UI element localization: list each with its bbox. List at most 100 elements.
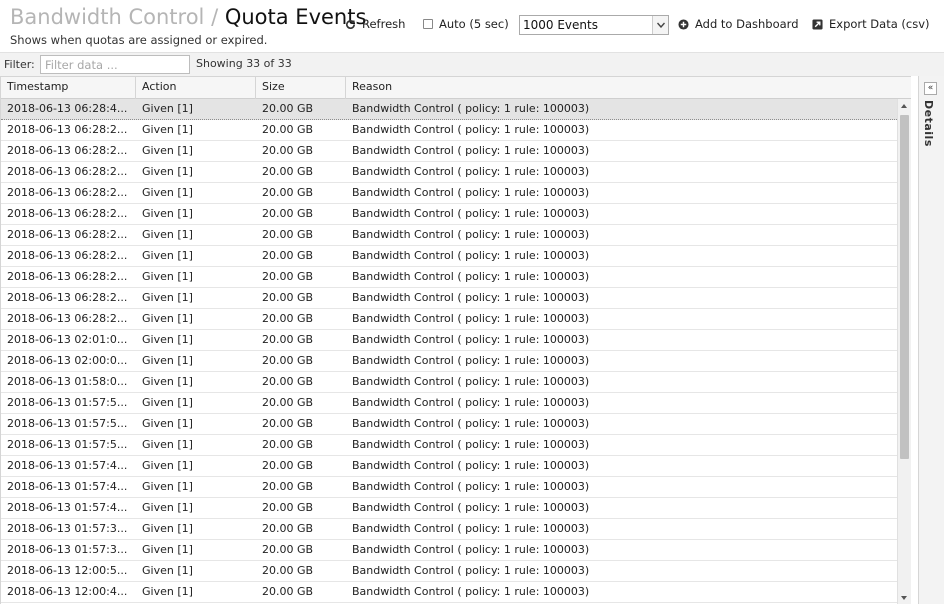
- table-row[interactable]: 2018-06-13 01:57:3... Given [1] 20.00 GB Ba…: [1, 540, 897, 561]
- table-row[interactable]: 2018-06-13 01:57:5... Given [1] 20.00 GB Ba…: [1, 393, 897, 414]
- table-row[interactable]: 2018-06-13 06:28:2... Given [1] 20.00 GB Ba…: [1, 225, 897, 246]
- table-row[interactable]: 2018-06-13 01:57:3... Given [1] 20.00 GB Ba…: [1, 519, 897, 540]
- cell-size: 20.00 GB: [262, 228, 314, 241]
- filter-input[interactable]: [40, 55, 190, 74]
- cell-reason: Bandwidth Control ( policy: 1 rule: 1000…: [352, 207, 590, 220]
- cell-timestamp: 2018-06-13 06:28:2...: [7, 144, 128, 157]
- table-row[interactable]: 2018-06-13 06:28:2... Given [1] 20.00 GB Ba…: [1, 204, 897, 225]
- cell-reason: Bandwidth Control ( policy: 1 rule: 1000…: [352, 228, 590, 241]
- cell-size: 20.00 GB: [262, 207, 314, 220]
- cell-action: Given [1]: [142, 207, 193, 220]
- table-row[interactable]: 2018-06-13 06:28:2... Given [1] 20.00 GB Ba…: [1, 309, 897, 330]
- cell-reason: Bandwidth Control ( policy: 1 rule: 1000…: [352, 438, 590, 451]
- cell-timestamp: 2018-06-13 06:28:2...: [7, 165, 128, 178]
- cell-reason: Bandwidth Control ( policy: 1 rule: 1000…: [352, 249, 590, 262]
- cell-reason: Bandwidth Control ( policy: 1 rule: 1000…: [352, 312, 590, 325]
- cell-size: 20.00 GB: [262, 480, 314, 493]
- cell-reason: Bandwidth Control ( policy: 1 rule: 1000…: [352, 165, 590, 178]
- cell-reason: Bandwidth Control ( policy: 1 rule: 1000…: [352, 333, 590, 346]
- cell-reason: Bandwidth Control ( policy: 1 rule: 1000…: [352, 585, 590, 598]
- table-row[interactable]: 2018-06-13 01:57:5... Given [1] 20.00 GB Ba…: [1, 414, 897, 435]
- cell-timestamp: 2018-06-13 06:28:2...: [7, 207, 128, 220]
- cell-action: Given [1]: [142, 417, 193, 430]
- add-to-dashboard-button[interactable]: Add to Dashboard: [678, 16, 799, 32]
- cell-action: Given [1]: [142, 144, 193, 157]
- table-row[interactable]: 2018-06-13 06:28:2... Given [1] 20.00 GB Ba…: [1, 162, 897, 183]
- cell-action: Given [1]: [142, 375, 193, 388]
- cell-reason: Bandwidth Control ( policy: 1 rule: 1000…: [352, 396, 590, 409]
- table-row[interactable]: 2018-06-13 02:01:0... Given [1] 20.00 GB Ba…: [1, 330, 897, 351]
- refresh-label: Refresh: [362, 17, 406, 31]
- cell-timestamp: 2018-06-13 06:28:2...: [7, 186, 128, 199]
- cell-reason: Bandwidth Control ( policy: 1 rule: 1000…: [352, 354, 590, 367]
- cell-size: 20.00 GB: [262, 501, 314, 514]
- cell-action: Given [1]: [142, 585, 193, 598]
- table-row[interactable]: 2018-06-13 06:28:4... Given [1] 20.00 GB Ba…: [1, 99, 897, 120]
- table-row[interactable]: 2018-06-13 06:28:2... Given [1] 20.00 GB Ba…: [1, 288, 897, 309]
- checkbox-box[interactable]: [423, 19, 433, 29]
- table-row[interactable]: 2018-06-13 06:28:2... Given [1] 20.00 GB Ba…: [1, 246, 897, 267]
- cell-timestamp: 2018-06-13 06:28:2...: [7, 312, 128, 325]
- refresh-icon: [346, 19, 355, 29]
- breadcrumb-bandwidth-control[interactable]: Bandwidth Control: [10, 5, 204, 29]
- cell-action: Given [1]: [142, 564, 193, 577]
- add-to-dashboard-label: Add to Dashboard: [695, 17, 799, 31]
- cell-action: Given [1]: [142, 543, 193, 556]
- table-row[interactable]: 2018-06-13 06:28:2... Given [1] 20.00 GB Ba…: [1, 183, 897, 204]
- table-row[interactable]: 2018-06-13 01:57:4... Given [1] 20.00 GB Ba…: [1, 498, 897, 519]
- column-header-timestamp[interactable]: Timestamp: [1, 77, 136, 99]
- auto-refresh-label: Auto (5 sec): [439, 17, 509, 31]
- export-data-button[interactable]: Export Data (csv): [812, 16, 930, 32]
- column-header-reason[interactable]: Reason: [346, 77, 911, 99]
- cell-action: Given [1]: [142, 480, 193, 493]
- table-row[interactable]: 2018-06-13 06:28:2... Given [1] 20.00 GB Ba…: [1, 267, 897, 288]
- table-row[interactable]: 2018-06-13 12:00:5... Given [1] 20.00 GB Ba…: [1, 561, 897, 582]
- cell-action: Given [1]: [142, 186, 193, 199]
- cell-reason: Bandwidth Control ( policy: 1 rule: 1000…: [352, 186, 590, 199]
- events-count-select[interactable]: 1000 Events: [519, 15, 669, 35]
- scroll-up-icon[interactable]: [901, 104, 907, 108]
- cell-reason: Bandwidth Control ( policy: 1 rule: 1000…: [352, 459, 590, 472]
- table-row[interactable]: 2018-06-13 06:28:2... Given [1] 20.00 GB Ba…: [1, 141, 897, 162]
- details-panel: « Details: [918, 76, 944, 604]
- cell-timestamp: 2018-06-13 01:58:0...: [7, 375, 128, 388]
- collapse-icon[interactable]: «: [924, 82, 937, 95]
- chevron-down-icon[interactable]: [652, 16, 668, 34]
- cell-action: Given [1]: [142, 102, 193, 115]
- cell-size: 20.00 GB: [262, 438, 314, 451]
- cell-size: 20.00 GB: [262, 249, 314, 262]
- cell-reason: Bandwidth Control ( policy: 1 rule: 1000…: [352, 375, 590, 388]
- table-row[interactable]: 2018-06-13 12:00:4... Given [1] 20.00 GB Ba…: [1, 582, 897, 603]
- cell-reason: Bandwidth Control ( policy: 1 rule: 1000…: [352, 123, 590, 136]
- cell-size: 20.00 GB: [262, 291, 314, 304]
- cell-timestamp: 2018-06-13 12:00:5...: [7, 564, 128, 577]
- cell-size: 20.00 GB: [262, 417, 314, 430]
- refresh-button[interactable]: Refresh: [345, 16, 405, 32]
- grid-scrollbar[interactable]: [897, 99, 911, 604]
- cell-size: 20.00 GB: [262, 144, 314, 157]
- table-row[interactable]: 2018-06-13 01:57:4... Given [1] 20.00 GB Ba…: [1, 477, 897, 498]
- details-panel-label[interactable]: Details: [922, 100, 935, 147]
- table-row[interactable]: 2018-06-13 02:00:0... Given [1] 20.00 GB Ba…: [1, 351, 897, 372]
- page-title: Bandwidth Control / Quota Events: [10, 4, 366, 30]
- cell-action: Given [1]: [142, 291, 193, 304]
- scroll-down-icon[interactable]: [901, 596, 907, 600]
- cell-timestamp: 2018-06-13 12:00:4...: [7, 585, 128, 598]
- table-row[interactable]: 2018-06-13 01:57:5... Given [1] 20.00 GB Ba…: [1, 435, 897, 456]
- cell-size: 20.00 GB: [262, 186, 314, 199]
- table-row[interactable]: 2018-06-13 01:57:4... Given [1] 20.00 GB Ba…: [1, 456, 897, 477]
- cell-timestamp: 2018-06-13 06:28:2...: [7, 270, 128, 283]
- auto-refresh-checkbox[interactable]: Auto (5 sec): [423, 16, 509, 32]
- table-row[interactable]: 2018-06-13 06:28:2... Given [1] 20.00 GB Ba…: [1, 120, 897, 141]
- filter-label: Filter:: [4, 58, 35, 71]
- cell-size: 20.00 GB: [262, 165, 314, 178]
- cell-size: 20.00 GB: [262, 564, 314, 577]
- scrollbar-thumb[interactable]: [900, 115, 909, 459]
- table-row[interactable]: 2018-06-13 01:58:0... Given [1] 20.00 GB Ba…: [1, 372, 897, 393]
- cell-reason: Bandwidth Control ( policy: 1 rule: 1000…: [352, 102, 590, 115]
- cell-action: Given [1]: [142, 123, 193, 136]
- filter-bar: Filter: Showing 33 of 33: [0, 52, 944, 76]
- column-header-size[interactable]: Size: [256, 77, 346, 99]
- column-header-action[interactable]: Action: [136, 77, 256, 99]
- cell-size: 20.00 GB: [262, 459, 314, 472]
